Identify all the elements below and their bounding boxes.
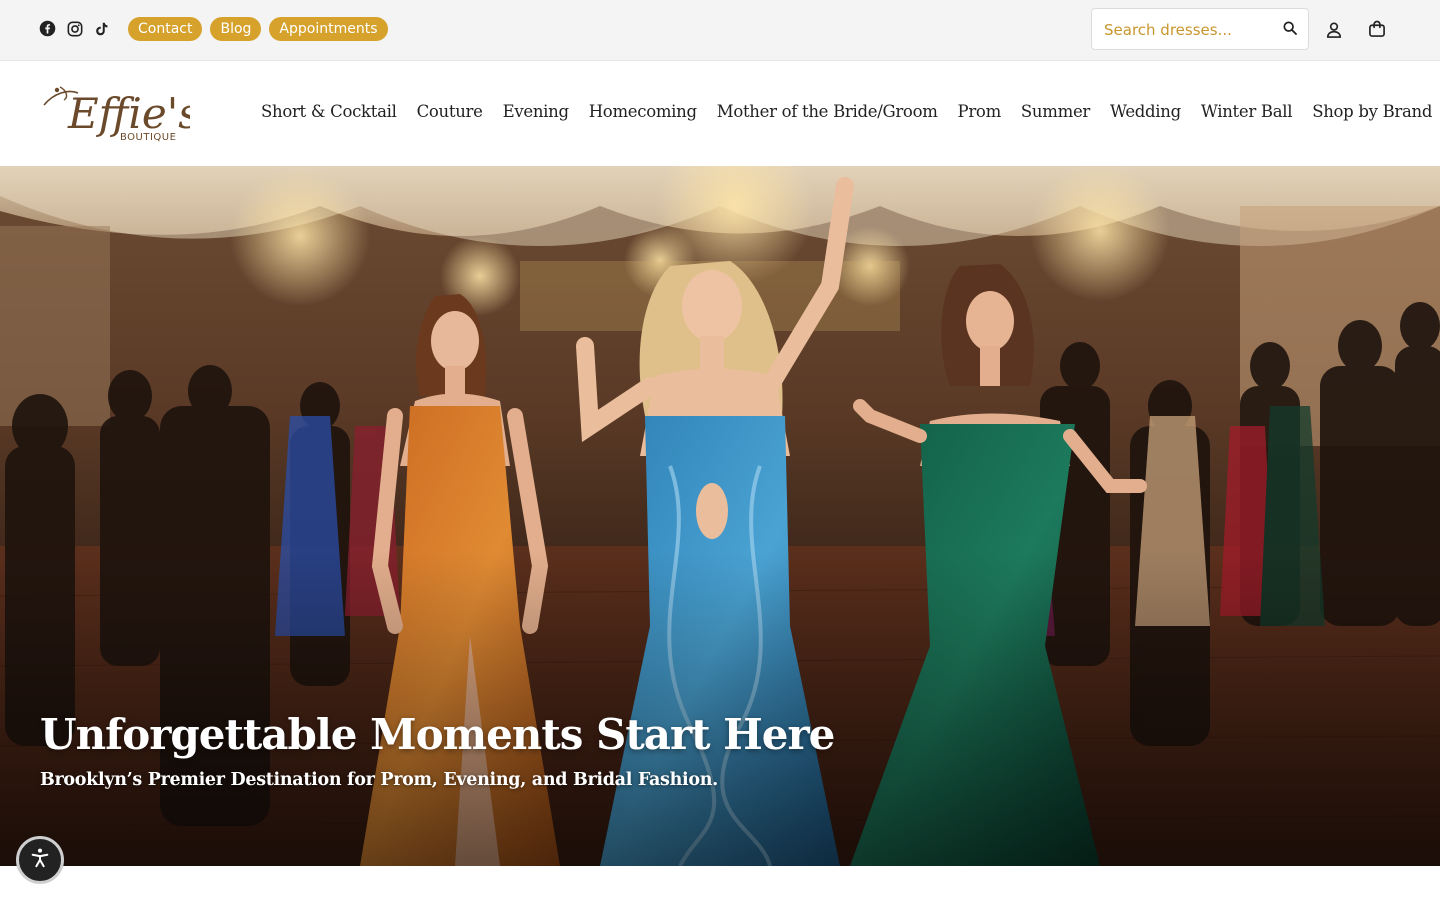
nav-summer[interactable]: Summer bbox=[1021, 102, 1090, 121]
tiktok-icon[interactable] bbox=[93, 20, 110, 37]
nav-prom[interactable]: Prom bbox=[958, 102, 1002, 121]
top-utility-bar: Contact Blog Appointments bbox=[0, 0, 1440, 61]
instagram-icon[interactable] bbox=[66, 20, 83, 37]
top-links: Contact Blog Appointments bbox=[128, 17, 388, 41]
appointments-link[interactable]: Appointments bbox=[269, 17, 388, 41]
search-box bbox=[1091, 8, 1309, 51]
nav-mother-of-bride-groom[interactable]: Mother of the Bride/Groom bbox=[717, 102, 938, 121]
nav-wedding[interactable]: Wedding bbox=[1110, 102, 1181, 121]
account-icon[interactable] bbox=[1324, 20, 1344, 40]
blog-link[interactable]: Blog bbox=[210, 17, 262, 41]
facebook-icon[interactable] bbox=[39, 20, 56, 37]
hero-image bbox=[0, 166, 1440, 866]
nav-shop-by-brand[interactable]: Shop by Brand bbox=[1312, 102, 1432, 121]
hero-banner[interactable]: Unforgettable Moments Start Here Brookly… bbox=[0, 166, 1440, 866]
hero-subtitle: Brooklyn’s Premier Destination for Prom,… bbox=[40, 770, 718, 790]
nav-homecoming[interactable]: Homecoming bbox=[589, 102, 697, 121]
main-header: Effie's BOUTIQUE Short & Cocktail Coutur… bbox=[0, 61, 1440, 166]
accessibility-icon bbox=[29, 847, 51, 873]
contact-link[interactable]: Contact bbox=[128, 17, 203, 41]
nav-winter-ball[interactable]: Winter Ball bbox=[1201, 102, 1293, 121]
social-links bbox=[39, 20, 110, 37]
logo-wordmark: Effie's bbox=[67, 89, 190, 138]
nav-evening[interactable]: Evening bbox=[503, 102, 569, 121]
nav-short-cocktail[interactable]: Short & Cocktail bbox=[261, 102, 397, 121]
search-icon[interactable] bbox=[1282, 20, 1300, 38]
hero-title: Unforgettable Moments Start Here bbox=[40, 710, 835, 759]
nav-couture[interactable]: Couture bbox=[417, 102, 483, 121]
site-logo[interactable]: Effie's BOUTIQUE bbox=[40, 81, 200, 147]
logo-subtext: BOUTIQUE bbox=[120, 132, 176, 143]
search-input[interactable] bbox=[1102, 9, 1282, 51]
main-nav: Short & Cocktail Couture Evening Homecom… bbox=[261, 102, 1432, 121]
shopping-bag-icon[interactable] bbox=[1367, 19, 1387, 39]
accessibility-button[interactable] bbox=[16, 836, 64, 884]
